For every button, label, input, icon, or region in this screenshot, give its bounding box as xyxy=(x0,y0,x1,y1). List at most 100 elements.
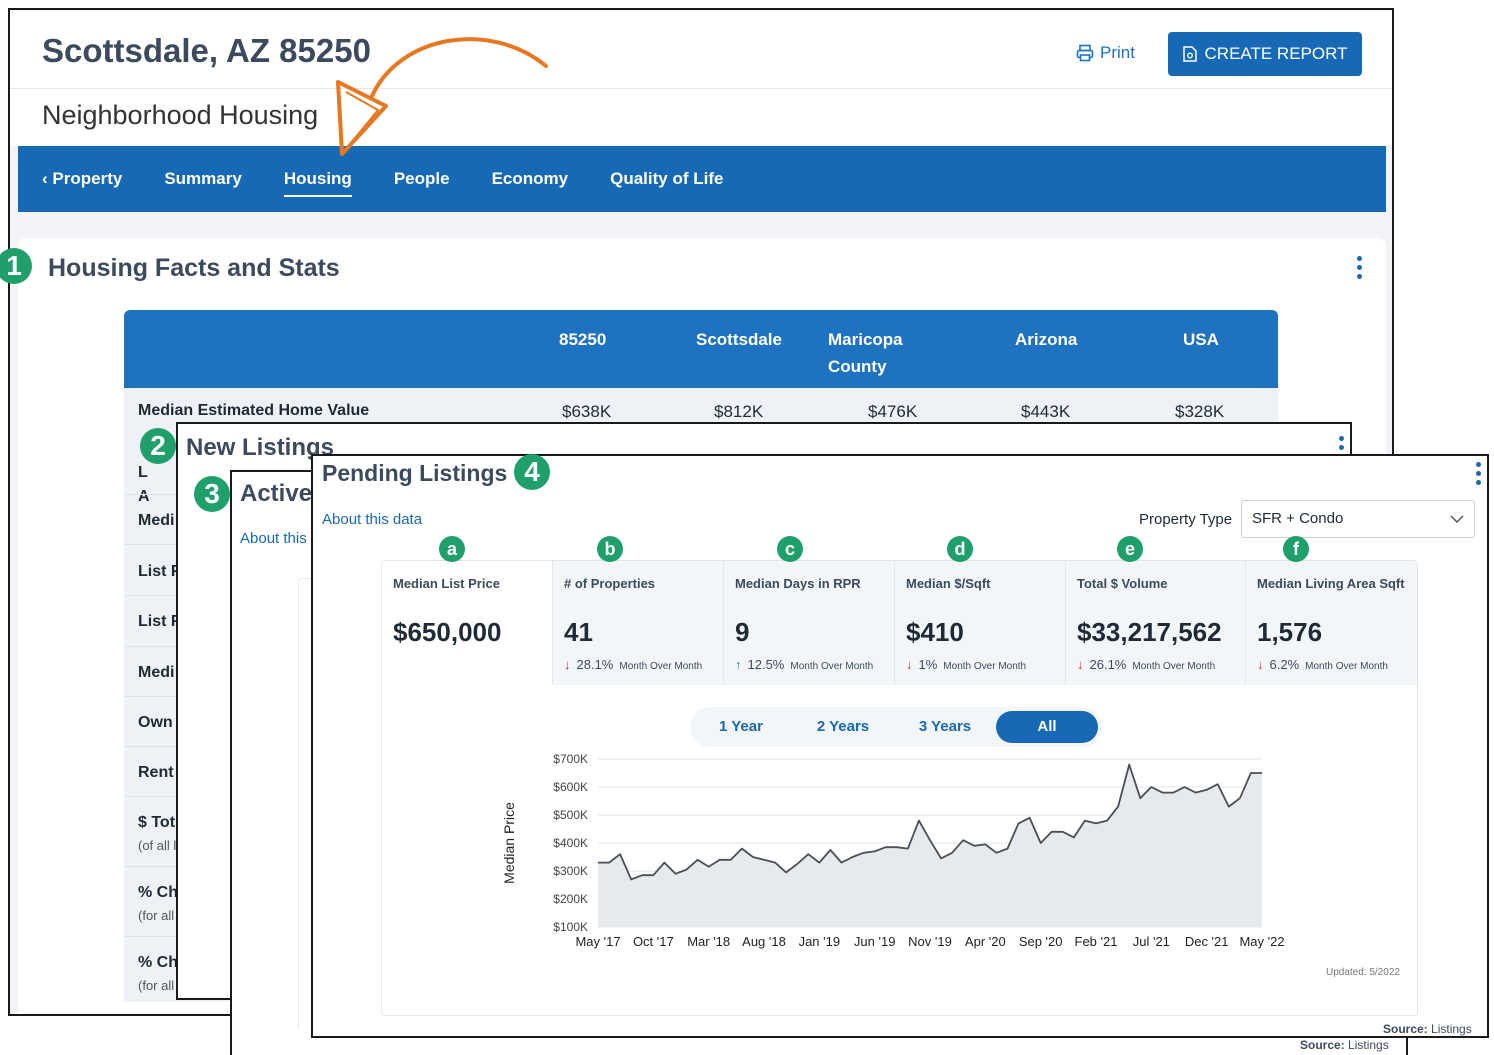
stat-median-price-sqft[interactable]: Median $/Sqft $410 ↓ 1% Month Over Month xyxy=(895,561,1066,685)
row-label: Rent xyxy=(138,764,174,781)
change-value: 12.5% xyxy=(747,657,785,672)
print-button[interactable]: Print xyxy=(1076,43,1135,63)
stat-value: $410 xyxy=(906,617,964,647)
stat-value: $650,000 xyxy=(393,617,502,647)
tab-housing[interactable]: Housing xyxy=(283,163,352,197)
source-prefix: Source: xyxy=(1383,1022,1428,1036)
housing-facts-title: Housing Facts and Stats xyxy=(48,254,340,282)
page-subtitle: Neighborhood Housing xyxy=(42,100,319,130)
y-tick-label: $100K xyxy=(553,920,588,934)
stat-value: $33,217,562 xyxy=(1077,617,1222,647)
row-label: % Ch xyxy=(138,954,178,971)
row-sublabel: (of all l xyxy=(138,838,177,853)
row-divider xyxy=(124,746,184,747)
x-tick-label: May '17 xyxy=(575,934,620,949)
x-tick-label: Oct '17 xyxy=(633,934,674,949)
x-tick-label: Mar '18 xyxy=(687,934,730,949)
range-2-years[interactable]: 2 Years xyxy=(792,711,894,743)
row-label: A xyxy=(138,488,150,505)
y-tick-label: $700K xyxy=(553,752,588,766)
stat-label: # of Properties xyxy=(564,576,656,591)
tab-people[interactable]: People xyxy=(394,163,450,195)
property-type-value: SFR + Condo xyxy=(1252,510,1344,527)
pending-about-link[interactable]: About this data xyxy=(322,511,422,528)
change-value: 28.1% xyxy=(576,657,614,672)
cell-value: $476K xyxy=(868,402,918,421)
tab-economy[interactable]: Economy xyxy=(492,163,569,195)
pending-source-note: Source: Listings xyxy=(1383,1022,1472,1036)
cell-value: $328K xyxy=(1175,402,1225,421)
col-header-arizona: Arizona xyxy=(1015,330,1078,349)
stat-living-area[interactable]: Median Living Area Sqft 1,576 ↓ 6.2% Month… xyxy=(1246,561,1417,685)
active-listings-title: Active xyxy=(240,480,313,507)
stat-value: 1,576 xyxy=(1257,617,1323,647)
stat-value: 9 xyxy=(735,617,750,647)
col-header-85250: 85250 xyxy=(559,330,607,349)
stat-label: Total $ Volume xyxy=(1077,576,1168,591)
y-tick-label: $500K xyxy=(553,808,588,822)
stat-letter-b: b xyxy=(597,536,623,562)
nav-back-label: Property xyxy=(52,169,123,188)
stat-label: Median Living Area Sqft xyxy=(1257,576,1405,591)
pending-more-menu-icon[interactable] xyxy=(1475,462,1481,485)
stat-letter-c: c xyxy=(777,536,803,562)
stat-value: 41 xyxy=(564,617,593,647)
x-tick-label: Nov '19 xyxy=(908,934,952,949)
row-sublabel: (for all xyxy=(138,908,175,923)
change-period: Month Over Month xyxy=(619,661,703,672)
row-label-median-home-value: Median Estimated Home Value xyxy=(138,402,370,419)
header-divider xyxy=(10,88,1392,89)
range-3-years[interactable]: 3 Years xyxy=(894,711,996,743)
stat-median-days[interactable]: Median Days in RPR 9 ↑ 12.5% Month Over Mo… xyxy=(724,561,895,685)
stat-letter-a: a xyxy=(439,536,465,562)
pending-listings-title: Pending Listings xyxy=(322,460,508,486)
row-divider xyxy=(124,796,184,797)
row-label: List F xyxy=(138,613,181,630)
x-tick-label: Jan '19 xyxy=(799,934,841,949)
nav-back-property[interactable]: ‹ Property xyxy=(42,163,122,195)
range-all[interactable]: All xyxy=(996,711,1098,743)
row-label: Own xyxy=(138,714,173,731)
change-value: 26.1% xyxy=(1089,657,1127,672)
active-about-link[interactable]: About this xyxy=(240,530,307,547)
change-period: Month Over Month xyxy=(1132,661,1216,672)
stat-total-volume[interactable]: Total $ Volume $33,217,562 ↓ 26.1% Month O… xyxy=(1066,561,1246,685)
change-period: Month Over Month xyxy=(1305,661,1388,672)
source-value: Listings xyxy=(1431,1022,1472,1036)
row-label: Medi xyxy=(138,664,175,681)
report-icon xyxy=(1182,46,1197,62)
stat-change: ↓ 1% Month Over Month xyxy=(906,657,1026,672)
stat-change: ↓ 6.2% Month Over Month xyxy=(1257,657,1388,672)
tab-summary[interactable]: Summary xyxy=(164,163,241,195)
property-type-label: Property Type xyxy=(1139,511,1233,528)
y-tick-label: $300K xyxy=(553,864,588,878)
stat-letter-d: d xyxy=(947,536,973,562)
property-type-select[interactable]: SFR + Condo xyxy=(1241,500,1475,538)
source-value: Listings xyxy=(1348,1038,1389,1052)
y-axis-label: Median Price xyxy=(502,802,517,884)
stat-label: Median List Price xyxy=(393,576,500,591)
section-nav: ‹ Property Summary Housing People Econom… xyxy=(18,146,1386,212)
pending-listings-panel: Pending Listings About this data Propert… xyxy=(311,454,1489,1038)
stat-num-properties[interactable]: # of Properties 41 ↓ 28.1% Month Over Mont… xyxy=(553,561,724,685)
arrow-down-icon: ↓ xyxy=(564,657,571,672)
arrow-up-icon: ↑ xyxy=(735,657,742,672)
stat-change: ↑ 12.5% Month Over Month xyxy=(735,657,873,672)
range-1-year[interactable]: 1 Year xyxy=(690,711,792,743)
arrow-down-icon: ↓ xyxy=(1257,657,1264,672)
tab-quality-of-life[interactable]: Quality of Life xyxy=(610,163,723,195)
change-value: 1% xyxy=(918,657,938,672)
printer-icon xyxy=(1076,44,1094,62)
create-report-button[interactable]: CREATE REPORT xyxy=(1168,32,1362,76)
change-value: 6.2% xyxy=(1269,657,1300,672)
facts-more-menu-icon[interactable] xyxy=(1356,256,1362,279)
updated-label: Updated: 5/2022 xyxy=(1326,967,1400,978)
row-sublabel: (for all xyxy=(138,978,175,993)
col-header-maricopa: Maricopa County xyxy=(828,330,903,376)
stat-letter-f: f xyxy=(1283,536,1309,562)
chevron-down-icon xyxy=(1450,515,1464,523)
x-tick-label: May '22 xyxy=(1239,934,1284,949)
stat-median-list-price[interactable]: Median List Price $650,000 xyxy=(382,561,553,685)
print-label: Print xyxy=(1100,43,1135,62)
row-divider xyxy=(124,866,184,867)
